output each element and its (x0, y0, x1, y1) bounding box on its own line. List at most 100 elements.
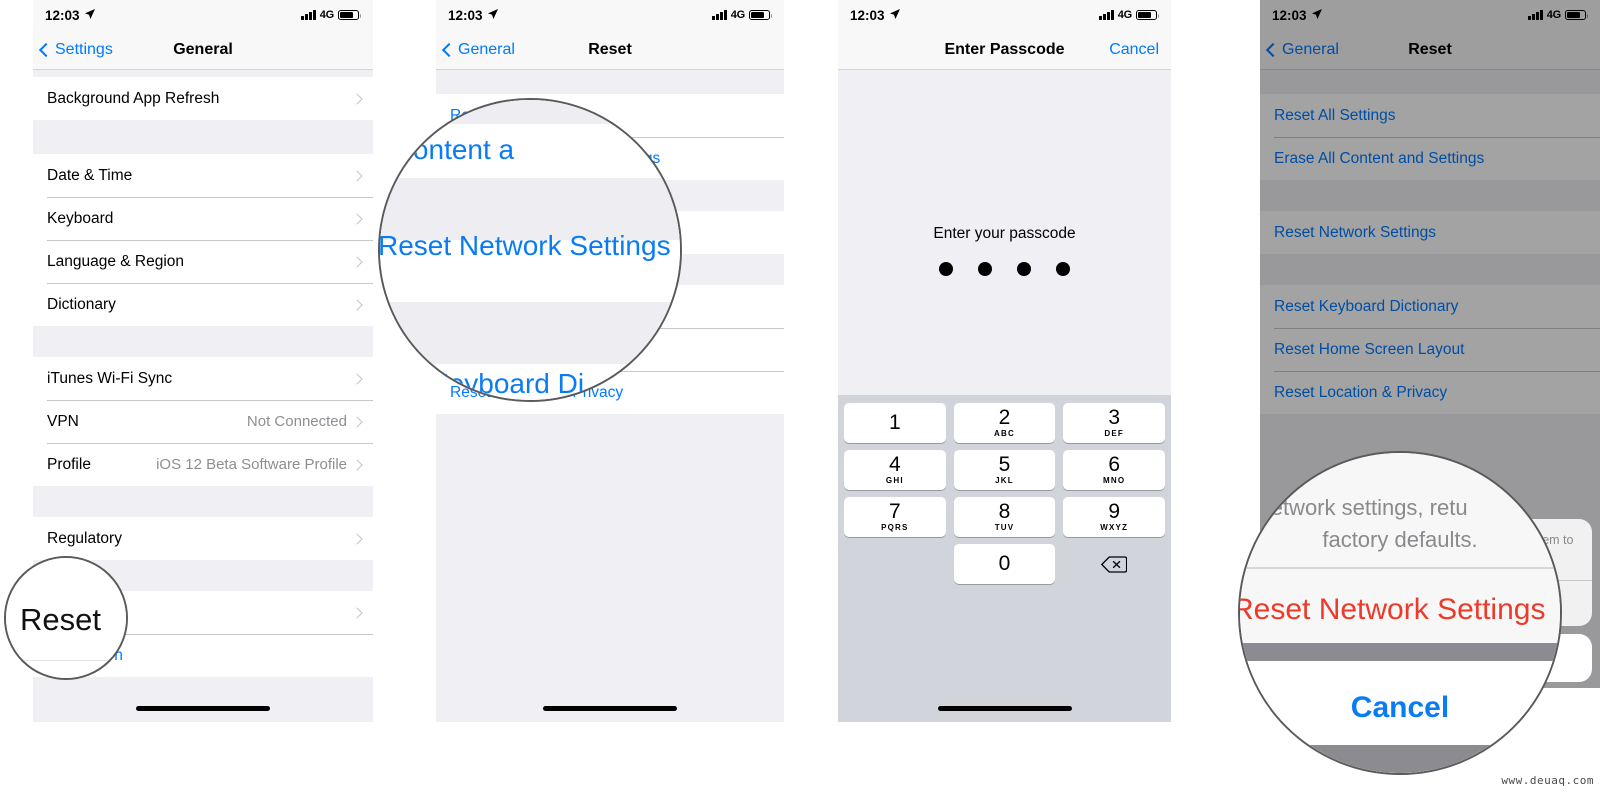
signal-bars-icon (1099, 10, 1114, 20)
list-gap (1260, 180, 1600, 211)
key-5[interactable]: 5 JKL (953, 450, 1056, 490)
row-label: Regulatory (47, 529, 122, 547)
key-letters: GHI (885, 476, 904, 485)
status-time: 12:03 (448, 7, 483, 23)
list-gap (33, 326, 373, 357)
key-4[interactable]: 4 GHI (844, 450, 946, 490)
list-item[interactable]: Keyboard (33, 197, 373, 240)
battery-icon (1136, 9, 1160, 21)
location-arrow-icon (1311, 8, 1323, 23)
list-gap (1260, 254, 1600, 285)
loupe-divider (1240, 567, 1560, 569)
list-group-3: iTunes Wi-Fi Sync VPN Not Connected Prof… (33, 357, 373, 486)
key-1[interactable]: 1 (844, 403, 946, 443)
network-type-label: 4G (1117, 9, 1132, 21)
row-label: iTunes Wi-Fi Sync (47, 369, 173, 387)
list-group-3: Reset Keyboard Dictionary Reset Home Scr… (1260, 285, 1600, 414)
key-8[interactable]: 8 TUV (953, 497, 1056, 537)
back-button[interactable]: General (1260, 41, 1339, 59)
magnifier-loupe-action-sheet: e all network settings, retu factory def… (1238, 451, 1562, 775)
chevron-left-icon (441, 42, 457, 57)
row-label: Keyboard (47, 209, 114, 227)
key-letters: ABC (994, 429, 1015, 438)
back-button[interactable]: Settings (33, 41, 113, 59)
home-indicator[interactable] (543, 706, 677, 711)
home-indicator[interactable] (937, 706, 1072, 711)
key-number: 3 (1108, 406, 1121, 429)
status-left: 12:03 (850, 8, 901, 23)
key-number: 4 (888, 453, 901, 476)
key-letters: PQRS (881, 523, 909, 532)
key-2[interactable]: 2 ABC (953, 403, 1056, 443)
row-label: Profile (47, 455, 91, 473)
loupe-cancel-text: Cancel (1350, 691, 1450, 724)
list-item[interactable]: Dictionary (33, 283, 373, 326)
passcode-dots (838, 262, 1171, 276)
key-0[interactable]: 0 (953, 544, 1056, 584)
delete-icon (1101, 555, 1128, 573)
list-item[interactable]: Regulatory (33, 517, 373, 560)
status-bar: 12:03 4G (436, 0, 784, 30)
list-item[interactable]: Language & Region (33, 240, 373, 283)
status-right: 4G (1099, 9, 1160, 21)
list-gap (33, 120, 373, 154)
location-arrow-icon (889, 8, 901, 23)
chevron-right-icon (351, 298, 363, 311)
key-9[interactable]: 9 WXYZ (1063, 497, 1166, 537)
home-indicator-area (838, 688, 1171, 722)
loupe-message-line1: e all network settings, retu (1240, 495, 1468, 520)
list-item-reset-keyboard-dictionary[interactable]: Reset Keyboard Dictionary (1260, 285, 1600, 328)
chevron-right-icon (351, 415, 363, 428)
list-item[interactable]: Background App Refresh (33, 77, 373, 120)
list-item[interactable]: Date & Time (33, 154, 373, 197)
home-indicator-area (33, 688, 373, 722)
screen-content: 12:03 4G Enter Passcode Cancel Enter you… (838, 0, 1171, 722)
magnifier-loupe-reset-network-settings: e All Content a Reset Network Settings K… (378, 98, 682, 402)
list-item-reset-network-settings[interactable]: Reset Network Settings (1260, 211, 1600, 254)
list-item[interactable]: Profile iOS 12 Beta Software Profile (33, 443, 373, 486)
loupe-sheet-gap (1240, 643, 1560, 661)
key-letters: JKL (995, 476, 1014, 485)
passcode-dot (1017, 262, 1031, 276)
chevron-right-icon (351, 169, 363, 182)
location-arrow-icon (487, 8, 499, 23)
battery-icon (338, 9, 362, 21)
list-gap (33, 486, 373, 517)
back-label: General (458, 40, 515, 58)
row-label: Background App Refresh (47, 89, 220, 107)
list-item-reset-location-privacy[interactable]: Reset Location & Privacy (1260, 371, 1600, 414)
key-letters: DEF (1104, 429, 1124, 438)
key-letters: WXYZ (1100, 523, 1129, 532)
chevron-right-icon (351, 92, 363, 105)
back-label: Settings (55, 40, 113, 58)
list-item-erase-all-content[interactable]: Erase All Content and Settings (1260, 137, 1600, 180)
key-7[interactable]: 7 PQRS (844, 497, 946, 537)
loupe-bottom-gap (1240, 745, 1560, 773)
chevron-right-icon (351, 255, 363, 268)
loupe-action-text: Reset Network Settings (1238, 593, 1546, 626)
network-type-label: 4G (1546, 9, 1561, 21)
row-label: Language & Region (47, 252, 185, 270)
cancel-button[interactable]: Cancel (1109, 41, 1171, 59)
key-delete[interactable] (1063, 544, 1165, 584)
phone-screen-passcode: 12:03 4G Enter Passcode Cancel Enter you… (838, 0, 1171, 722)
key-6[interactable]: 6 MNO (1063, 450, 1166, 490)
list-item-reset-home-screen-layout[interactable]: Reset Home Screen Layout (1260, 328, 1600, 371)
key-3[interactable]: 3 DEF (1063, 403, 1166, 443)
back-button[interactable]: General (436, 41, 515, 59)
chevron-right-icon (351, 606, 363, 619)
key-letters: MNO (1103, 476, 1126, 485)
key-blank (844, 544, 946, 584)
loupe-separator (6, 660, 126, 661)
home-indicator-area (436, 688, 784, 722)
loupe-band (380, 100, 680, 124)
list-item[interactable]: VPN Not Connected (33, 400, 373, 443)
keypad-row: 4 GHI 5 JKL 6 MNO (844, 450, 1166, 490)
status-left: 12:03 (1272, 8, 1323, 23)
home-indicator[interactable] (136, 706, 270, 711)
nav-bar: Settings General (33, 30, 373, 70)
list-item[interactable]: iTunes Wi-Fi Sync (33, 357, 373, 400)
row-label: Date & Time (47, 166, 133, 184)
row-label: Dictionary (47, 295, 116, 313)
list-item-reset-all-settings[interactable]: Reset All Settings (1260, 94, 1600, 137)
